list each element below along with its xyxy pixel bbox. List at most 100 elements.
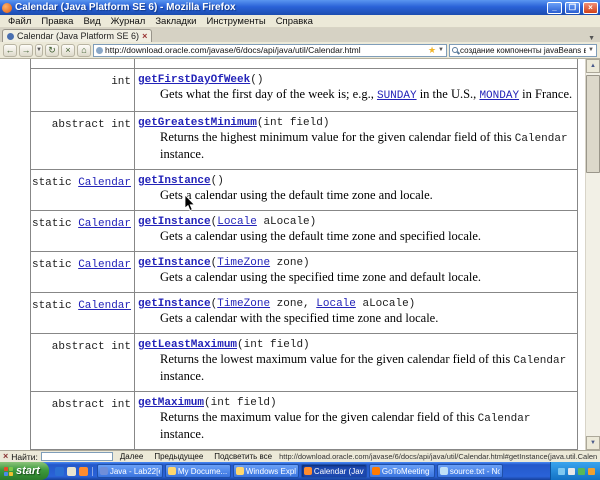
menu-item-3[interactable]: Журнал — [106, 16, 151, 27]
doc-text: abstract int — [52, 341, 131, 353]
doc-link[interactable]: Calendar — [78, 300, 131, 312]
doc-text: aLocale) — [257, 216, 316, 228]
doc-link[interactable]: Calendar — [78, 218, 131, 230]
find-previous-button[interactable]: Предыдущее — [150, 451, 207, 462]
home-icon[interactable]: ⌂ — [77, 44, 91, 57]
method-cell: ) — [135, 59, 577, 68]
menu-item-1[interactable]: Правка — [36, 16, 78, 27]
taskbar-button[interactable]: Calendar (Java Platfo... — [301, 464, 367, 478]
search-engine-dropdown-icon[interactable]: ▼ — [588, 47, 594, 53]
doc-link[interactable]: getMaximum — [138, 397, 204, 409]
doc-link[interactable]: Calendar — [78, 259, 131, 271]
reload-icon[interactable]: ↻ — [45, 44, 59, 57]
launch-browser-icon[interactable] — [55, 467, 64, 476]
doc-text: static — [32, 177, 78, 189]
doc-link[interactable]: Locale — [217, 216, 257, 228]
doc-link[interactable]: TimeZone — [217, 257, 270, 269]
url-dropdown-icon[interactable]: ▼ — [438, 47, 444, 53]
tab-close-icon[interactable]: × — [142, 32, 147, 41]
volume-icon[interactable] — [568, 468, 575, 475]
doc-text: instance. — [160, 427, 204, 441]
bookmark-star-icon[interactable]: ★ — [428, 46, 436, 55]
doc-text: Gets a calendar with the specified time … — [160, 311, 438, 325]
start-button[interactable]: start — [0, 462, 49, 480]
doc-link[interactable]: MONDAY — [479, 90, 519, 102]
url-input[interactable] — [105, 45, 426, 55]
show-desktop-icon[interactable] — [67, 467, 76, 476]
taskbar-button-label: GoToMeeting — [382, 467, 430, 476]
messenger-icon[interactable] — [588, 468, 595, 475]
url-bar[interactable]: ★ ▼ — [93, 44, 447, 57]
method-table: )intgetFirstDayOfWeek()Gets what the fir… — [30, 59, 578, 450]
method-row: ) — [31, 59, 577, 69]
doc-text: Calendar — [515, 133, 568, 145]
doc-text: zone) — [270, 257, 310, 269]
scrollbar-thumb[interactable] — [586, 75, 600, 173]
minimize-button[interactable]: _ — [547, 2, 562, 14]
doc-link[interactable]: getInstance — [138, 298, 211, 310]
forward-icon[interactable]: → — [19, 44, 33, 57]
doc-link[interactable]: Locale — [316, 298, 356, 310]
method-signature: getInstance() — [138, 172, 573, 188]
menu-item-5[interactable]: Инструменты — [201, 16, 270, 27]
stop-icon[interactable]: × — [61, 44, 75, 57]
taskbar-button[interactable]: Windows Explorer — [233, 464, 299, 478]
scroll-up-icon[interactable]: ▲ — [586, 59, 600, 73]
back-icon[interactable]: ← — [3, 44, 17, 57]
taskbar-button[interactable]: Java - Lab22[en]\Main.ja... — [97, 464, 163, 478]
doc-text: Calendar — [513, 355, 566, 367]
network-icon[interactable] — [558, 468, 565, 475]
method-signature: getMaximum(int field) — [138, 394, 573, 410]
modifier-cell: static Calendar — [31, 252, 135, 292]
doc-link[interactable]: SUNDAY — [377, 90, 417, 102]
doc-link[interactable]: TimeZone — [217, 298, 270, 310]
launch-firefox-icon[interactable] — [79, 467, 88, 476]
doc-link[interactable]: getInstance — [138, 216, 211, 228]
vertical-scrollbar[interactable]: ▲ ▼ — [585, 59, 600, 450]
doc-link[interactable]: getGreatestMinimum — [138, 117, 257, 129]
modifier-cell: abstract int — [31, 112, 135, 169]
find-highlight-button[interactable]: Подсветить все — [210, 451, 276, 462]
scrollbar-track[interactable] — [586, 73, 600, 436]
doc-text: Returns the highest minimum value for th… — [160, 130, 515, 144]
maximize-button[interactable]: ❐ — [565, 2, 580, 14]
firefox-app-icon — [2, 3, 12, 13]
system-tray — [550, 462, 600, 480]
method-row: abstract intgetMaximum(int field)Returns… — [31, 392, 577, 450]
app-icon — [304, 467, 312, 475]
history-dropdown-icon[interactable]: ▼ — [35, 44, 43, 57]
close-button[interactable]: × — [583, 2, 598, 14]
method-description: Gets a calendar with the specified time … — [160, 311, 573, 326]
find-next-button[interactable]: Далее — [116, 451, 147, 462]
tab-calendar[interactable]: Calendar (Java Platform SE 6) × — [2, 29, 152, 42]
doc-link[interactable]: getLeastMaximum — [138, 339, 237, 351]
taskbar-button[interactable]: My Docume... — [165, 464, 231, 478]
find-close-icon[interactable]: × — [3, 452, 8, 461]
doc-link[interactable]: getFirstDayOfWeek — [138, 74, 250, 86]
find-input[interactable] — [41, 452, 113, 461]
list-all-tabs-icon[interactable]: ▼ — [585, 35, 598, 42]
taskbar-button-label: source.txt - Notepad — [450, 467, 500, 476]
method-description: Gets a calendar using the default time z… — [160, 188, 573, 203]
method-cell: getLeastMaximum(int field)Returns the lo… — [135, 334, 577, 391]
taskbar-button[interactable]: GoToMeeting — [369, 464, 435, 478]
app-icon — [168, 467, 176, 475]
browser-content: )intgetFirstDayOfWeek()Gets what the fir… — [0, 59, 600, 450]
search-input[interactable] — [460, 46, 586, 55]
doc-text: in France. — [519, 87, 572, 101]
taskbar-button[interactable]: source.txt - Notepad — [437, 464, 503, 478]
menu-item-4[interactable]: Закладки — [150, 16, 201, 27]
doc-link[interactable]: Calendar — [78, 177, 131, 189]
doc-link[interactable]: getInstance — [138, 175, 211, 187]
desktop: Calendar (Java Platform SE 6) - Mozilla … — [0, 0, 600, 480]
scroll-down-icon[interactable]: ▼ — [586, 436, 600, 450]
menu-item-2[interactable]: Вид — [78, 16, 105, 27]
method-description: Returns the highest minimum value for th… — [160, 130, 573, 162]
doc-text: Returns the maximum value for the given … — [160, 410, 478, 424]
search-bar[interactable]: ▼ — [449, 44, 597, 57]
doc-link[interactable]: getInstance — [138, 257, 211, 269]
antivirus-icon[interactable] — [578, 468, 585, 475]
quick-launch — [51, 467, 93, 476]
menu-item-6[interactable]: Справка — [271, 16, 318, 27]
menu-item-0[interactable]: Файл — [3, 16, 36, 27]
